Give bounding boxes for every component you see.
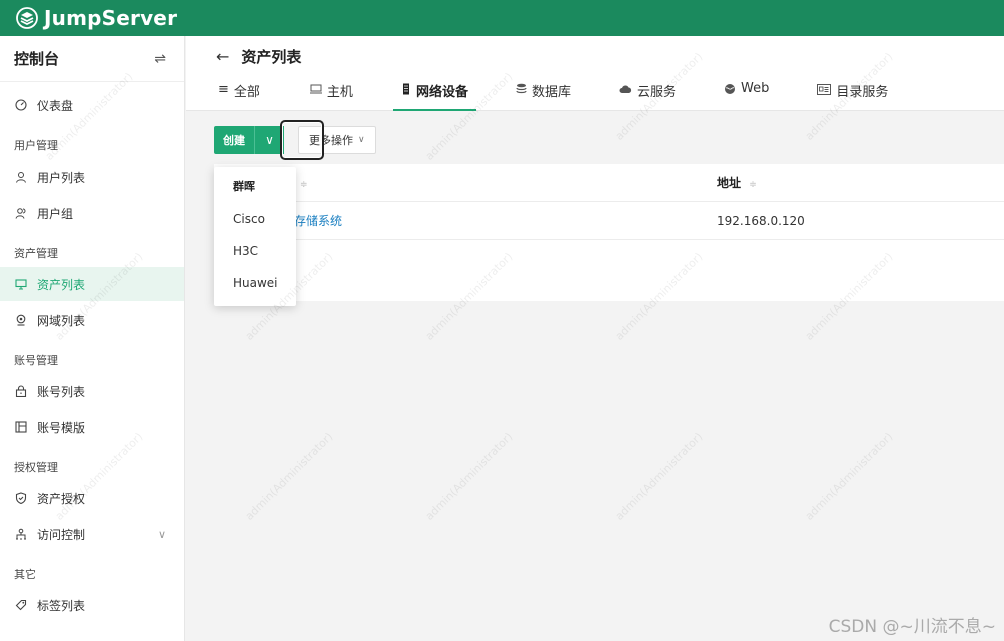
menu-icon: ≡ [218, 81, 229, 97]
sidebar-item-assets[interactable]: 资产列表 [0, 267, 184, 301]
monitor-icon [14, 277, 28, 291]
host-icon [309, 81, 322, 97]
asset-type-tabs: ≡ 全部 主机 网络设备 数据库 云服务 Web 目录服务 [186, 76, 1004, 111]
top-bar: JumpServer [0, 0, 1004, 36]
tab-databases[interactable]: 数据库 [516, 76, 571, 111]
sort-icon[interactable]: ≑ [300, 180, 308, 190]
asset-name-link[interactable]: 存储系统 [294, 202, 342, 240]
tab-label: Web [740, 81, 770, 96]
access-control-icon [14, 527, 28, 541]
tag-icon [14, 598, 28, 612]
sidebar-group-user: 用户管理 [14, 139, 58, 152]
tab-label: 数据库 [531, 85, 571, 100]
sidebar-item-user-groups[interactable]: 用户组 [0, 196, 184, 230]
sidebar-group-account: 账号管理 [14, 354, 58, 367]
tab-directory[interactable]: 目录服务 [817, 76, 888, 111]
dashboard-icon [14, 98, 28, 112]
action-toolbar: 创建 ∨ 更多操作 ∨ [214, 120, 376, 160]
network-device-icon [401, 81, 411, 97]
tab-cloud[interactable]: 云服务 [619, 76, 676, 111]
sidebar-item-label: 仪表盘 [37, 98, 74, 113]
tab-label: 网络设备 [415, 85, 468, 100]
dropdown-item-huawei[interactable]: Huawei [214, 267, 296, 299]
jumpserver-logo-icon [16, 7, 38, 29]
more-actions-label: 更多操作 [309, 134, 353, 147]
sidebar-item-label: 用户列表 [37, 170, 86, 185]
dropdown-item-cisco[interactable]: Cisco [214, 203, 296, 235]
tab-all[interactable]: ≡ 全部 [218, 76, 260, 111]
column-header-label: 地址 [717, 176, 742, 190]
globe-icon [724, 81, 736, 97]
column-header-address[interactable]: 地址 ≑ [717, 164, 757, 202]
page-header: ← 资产列表 ≡ 全部 主机 网络设备 数据库 云服务 Web 目录服务 [186, 36, 1004, 111]
chevron-down-icon: ∨ [157, 527, 166, 541]
sidebar-group-other: 其它 [14, 568, 36, 581]
chevron-down-icon: ∨ [358, 135, 365, 145]
sidebar-item-tags[interactable]: 标签列表 [0, 588, 184, 622]
brand-name: JumpServer [44, 6, 178, 30]
tab-label: 全部 [233, 85, 260, 100]
sidebar-group-permission: 授权管理 [14, 461, 58, 474]
sidebar-title: 控制台 [14, 50, 60, 68]
more-actions-button[interactable]: 更多操作 ∨ [298, 126, 376, 154]
sidebar-item-users[interactable]: 用户列表 [0, 160, 184, 194]
sidebar-item-accounts[interactable]: 账号列表 [0, 374, 184, 408]
sidebar-item-access-control[interactable]: 访问控制 ∨ [0, 517, 184, 551]
user-icon [14, 170, 28, 184]
tab-label: 主机 [326, 85, 353, 100]
sidebar-item-dashboard[interactable]: 仪表盘 [0, 88, 184, 122]
shield-icon [14, 491, 28, 505]
create-dropdown-button[interactable]: ∨ [254, 126, 284, 154]
tab-hosts[interactable]: 主机 [309, 76, 353, 111]
sidebar-item-account-templates[interactable]: 账号模版 [0, 410, 184, 444]
chevron-down-icon: ∨ [265, 133, 274, 147]
dropdown-item-h3c[interactable]: H3C [214, 235, 296, 267]
sidebar-item-label: 标签列表 [37, 598, 86, 613]
sidebar-item-label: 资产列表 [37, 277, 86, 292]
lock-icon [14, 384, 28, 398]
sidebar-item-label: 访问控制 [37, 527, 86, 542]
back-arrow-icon[interactable]: ← [216, 47, 229, 66]
dropdown-item-synology[interactable]: 群晖 [214, 171, 296, 203]
tab-label: 目录服务 [836, 85, 889, 100]
app-logo[interactable]: JumpServer [16, 6, 177, 30]
sidebar-item-asset-permissions[interactable]: 资产授权 [0, 481, 184, 515]
table-header: ≑ 地址 ≑ [214, 164, 1004, 202]
sidebar-item-label: 账号模版 [37, 420, 86, 435]
user-group-icon [14, 206, 28, 220]
create-dropdown-menu: 群晖 Cisco H3C Huawei [214, 167, 296, 306]
sidebar-item-label: 账号列表 [37, 384, 86, 399]
tab-network-devices[interactable]: 网络设备 [392, 76, 476, 111]
page-title-bar: ← 资产列表 [186, 36, 1004, 76]
sidebar-group-asset: 资产管理 [14, 247, 58, 260]
sidebar: 控制台 ⇌ 仪表盘 用户管理 用户列表 用户组 资产管理 资产列表 网域列表 账… [0, 36, 185, 641]
asset-address: 192.168.0.120 [717, 214, 805, 228]
footer-credit: CSDN @~川流不息~ [828, 617, 996, 637]
template-icon [14, 420, 28, 434]
sidebar-toggle-icon[interactable]: ⇌ [154, 51, 166, 67]
sidebar-item-label: 资产授权 [37, 491, 86, 506]
table-row: 存储系统 192.168.0.120 [214, 202, 1004, 240]
sort-icon[interactable]: ≑ [749, 180, 757, 190]
cloud-icon [619, 81, 632, 97]
sidebar-item-label: 用户组 [37, 206, 74, 221]
tab-web[interactable]: Web [724, 76, 769, 111]
asset-table: ≑ 地址 ≑ 存储系统 192.168.0.120 [214, 164, 1004, 301]
name-column-sort[interactable]: ≑ [296, 164, 308, 202]
main-content: ← 资产列表 ≡ 全部 主机 网络设备 数据库 云服务 Web 目录服务 ≑ 地… [186, 36, 1004, 641]
sidebar-item-domains[interactable]: 网域列表 [0, 303, 184, 337]
database-icon [516, 81, 527, 97]
sidebar-header: 控制台 ⇌ [0, 36, 184, 82]
location-icon [14, 313, 28, 327]
directory-icon [817, 81, 832, 97]
tab-label: 云服务 [636, 85, 676, 100]
create-button[interactable]: 创建 [214, 126, 254, 154]
page-title: 资产列表 [241, 47, 302, 66]
sidebar-item-label: 网域列表 [37, 313, 86, 328]
